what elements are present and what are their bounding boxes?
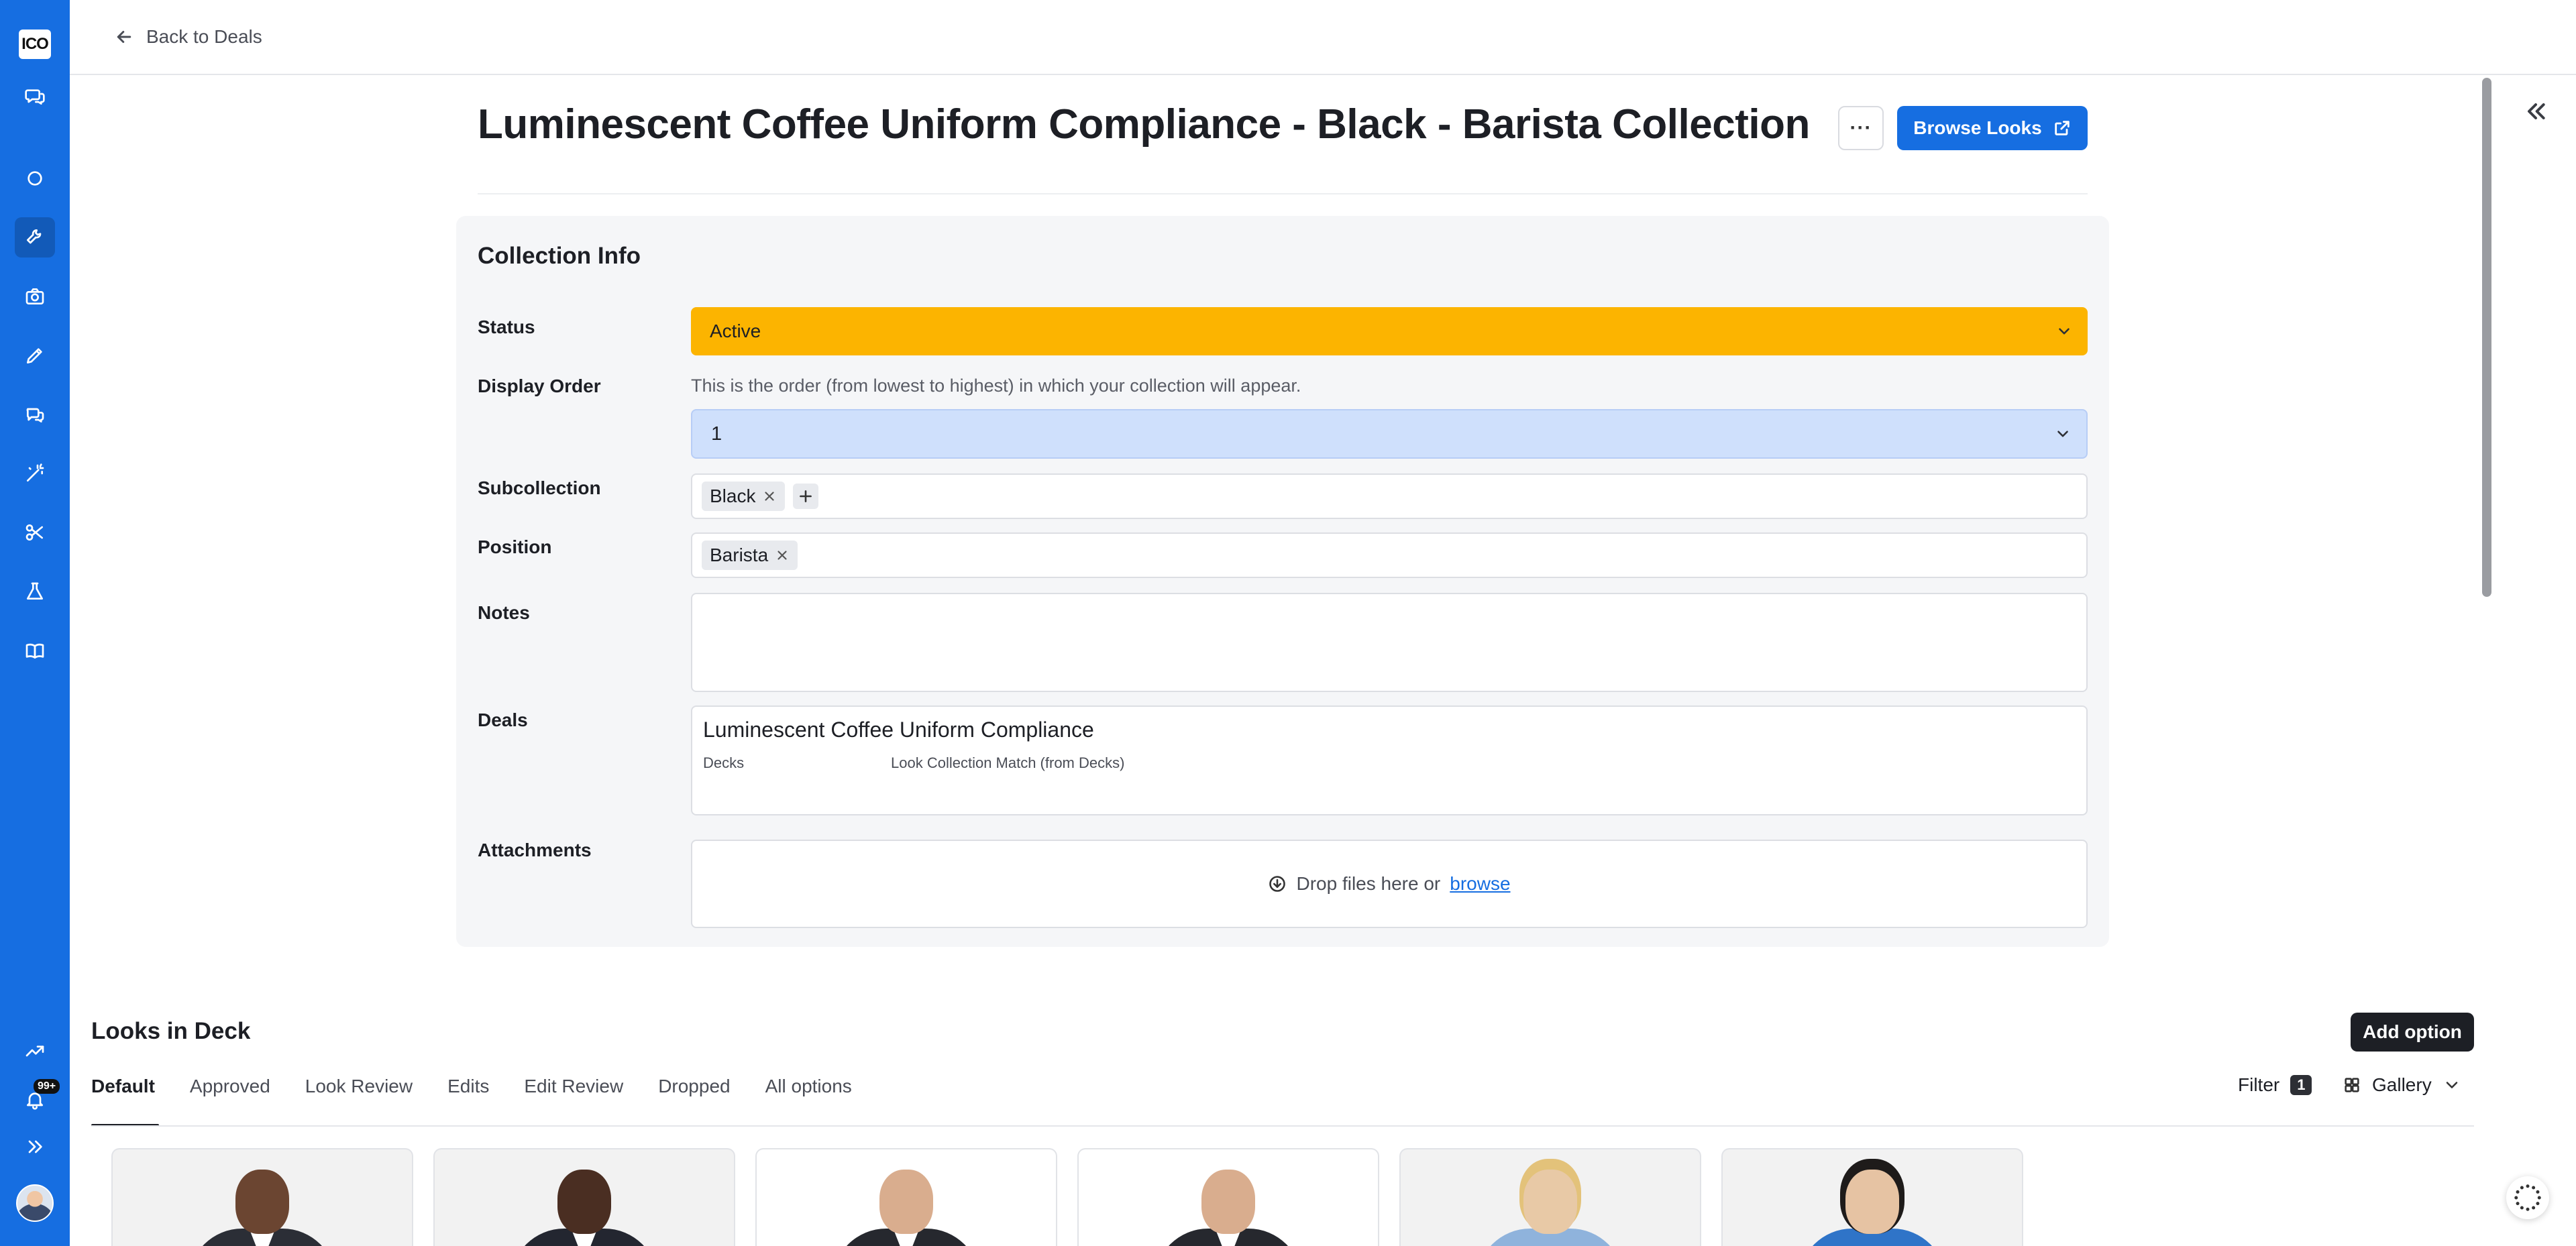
pencil-icon[interactable] [15,335,55,376]
look-card[interactable] [1399,1148,1701,1246]
chevron-down-icon [2055,323,2073,340]
view-label: Gallery [2372,1074,2432,1095]
back-to-deals-link[interactable]: Back to Deals [114,26,262,48]
status-label: Status [478,317,535,337]
browse-looks-label: Browse Looks [1913,117,2042,138]
icon-rail: ICO 99+ [0,0,70,1246]
attachments-dropzone[interactable]: Drop files here or browse [691,840,2088,928]
collection-info-heading: Collection Info [478,243,641,269]
tabs-divider [91,1125,2474,1127]
deal-field-decks: Decks [703,754,745,771]
chat-bubbles-icon[interactable] [15,76,55,117]
tab-approved[interactable]: Approved [190,1072,270,1127]
plus-icon [800,490,812,502]
tab-edits[interactable]: Edits [447,1072,489,1127]
tag-label: Black [710,486,756,506]
circle-icon[interactable] [15,158,55,199]
subcollection-field[interactable]: Black [691,473,2088,519]
position-field[interactable]: Barista [691,532,2088,578]
trend-chart-icon[interactable] [15,1030,55,1070]
look-card[interactable] [755,1148,1057,1246]
header-divider [478,193,2088,194]
look-card[interactable] [433,1148,735,1246]
magic-wand-icon[interactable] [15,453,55,494]
tab-default[interactable]: Default [91,1072,159,1127]
look-image-head [1523,1170,1577,1234]
close-icon[interactable] [762,489,777,504]
position-tag: Barista [702,541,798,570]
messages-icon[interactable] [15,394,55,435]
attachments-label: Attachments [478,840,592,860]
subcollection-tag: Black [702,482,786,511]
top-bar: Back to Deals [70,0,2576,75]
subcollection-label: Subcollection [478,477,601,498]
browse-looks-button[interactable]: Browse Looks [1897,106,2088,150]
look-image-head [879,1170,933,1234]
expand-chevrons-icon[interactable] [15,1127,55,1167]
filter-button[interactable]: Filter 1 [2238,1074,2312,1096]
page-title: Luminescent Coffee Uniform Compliance - … [478,101,1810,148]
user-avatar[interactable] [16,1184,54,1222]
add-option-button[interactable]: Add option [2351,1013,2474,1052]
drop-text: Drop files here or [1296,873,1441,894]
back-label: Back to Deals [146,26,262,47]
scrollbar-thumb[interactable] [2482,78,2491,597]
scissors-icon[interactable] [15,512,55,553]
notes-textarea[interactable] [691,593,2088,692]
book-icon[interactable] [15,630,55,671]
more-options-button[interactable]: ··· [1838,106,1884,150]
status-select[interactable]: Active [691,307,2088,355]
look-cards [111,1148,2023,1246]
display-order-label: Display Order [478,376,601,396]
look-card[interactable] [111,1148,413,1246]
display-order-value: 1 [711,422,722,445]
add-subcollection-button[interactable] [793,484,819,509]
app-logo[interactable]: ICO [19,30,51,59]
look-image-head [1201,1170,1255,1234]
look-card[interactable] [1721,1148,2023,1246]
tools-icon[interactable] [15,217,55,258]
look-image-head [1845,1170,1899,1234]
flask-icon[interactable] [15,571,55,612]
grid-icon [2345,1078,2359,1092]
tab-dropped[interactable]: Dropped [658,1072,730,1127]
chevron-down-icon [2446,1082,2457,1088]
deal-fields: Decks Look Collection Match (from Decks) [703,754,2076,772]
collection-info-panel: Collection Info Status Active Display Or… [456,216,2109,947]
external-link-icon [2054,121,2070,135]
close-icon[interactable] [775,548,790,563]
deal-field-match: Look Collection Match (from Decks) [891,754,1125,771]
notification-badge: 99+ [34,1079,60,1094]
look-image-head [235,1170,289,1234]
chevron-down-icon [2054,425,2072,443]
view-switcher[interactable]: Gallery [2343,1074,2461,1096]
tab-edit-review[interactable]: Edit Review [524,1072,623,1127]
look-image-head [557,1170,611,1234]
look-card[interactable] [1077,1148,1379,1246]
collapse-panel-icon[interactable] [2522,98,2549,125]
arrow-left-icon [117,31,131,43]
display-order-select[interactable]: 1 [691,409,2088,459]
filter-count-badge: 1 [2290,1075,2312,1095]
display-order-help: This is the order (from lowest to highes… [691,376,1301,396]
deals-linked-record[interactable]: Luminescent Coffee Uniform Compliance De… [691,705,2088,815]
browse-files-link[interactable]: browse [1450,873,1510,895]
looks-tabs: Default Approved Look Review Edits Edit … [91,1072,852,1127]
position-label: Position [478,536,552,557]
notes-label: Notes [478,602,530,623]
camera-icon[interactable] [15,276,55,317]
filter-label: Filter [2238,1074,2280,1095]
status-value: Active [710,321,761,341]
looks-heading: Looks in Deck [91,1018,251,1044]
deals-label: Deals [478,710,528,730]
tag-label: Barista [710,545,769,565]
tab-look-review[interactable]: Look Review [305,1072,413,1127]
loading-spinner-icon [2506,1176,2549,1219]
tab-all-options[interactable]: All options [765,1072,852,1127]
deal-name: Luminescent Coffee Uniform Compliance [703,718,1094,742]
download-circle-icon [1269,876,1286,892]
